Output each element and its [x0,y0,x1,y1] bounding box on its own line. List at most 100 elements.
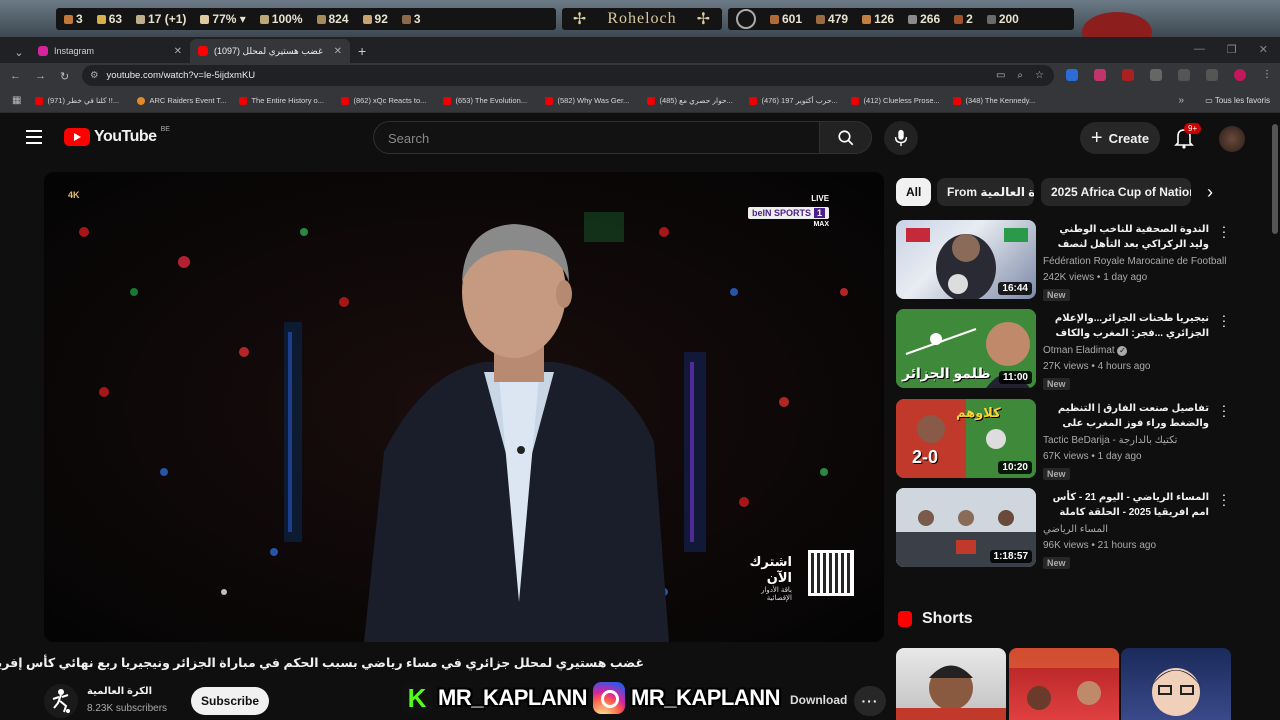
new-tab-button[interactable]: + [358,43,366,59]
search-input[interactable]: Search [373,121,819,154]
chevron-right-icon[interactable]: › [1198,180,1222,204]
bookmark-item[interactable]: (653) The Evolution... [443,96,545,105]
streamer-overlay: K MR_KAPLANN MR_KAPLANN [402,680,812,716]
tab-search-icon[interactable]: ⌄ [8,41,30,63]
close-tab-icon[interactable]: ✕ [334,46,342,57]
extension-blue-icon[interactable] [1066,69,1078,81]
video-title[interactable]: الندوة الصحفية للناخب الوطني وليد الركرا… [1041,222,1209,252]
video-thumbnail[interactable]: 1:18:57 [896,488,1036,567]
more-actions-button[interactable]: ··· [854,686,886,716]
page-scrollbar[interactable] [1270,114,1280,720]
qr-code [808,550,854,596]
resource-5: 100% [259,12,303,26]
bookmark-item[interactable]: (862) xQc Reacts to... [341,96,443,105]
youtube-logo[interactable]: YouTube BE [64,126,170,146]
url-field[interactable]: ⚙ youtube.com/watch?v=le-5ijdxmKU ▭ ⌕ ☆ [82,65,1054,86]
related-video[interactable]: ظلمو الجزائر 11:00 نيجيريا طحنات الجزائر… [896,308,1231,391]
video-meta: 67K views • 1 day ago [1043,451,1142,462]
address-bar-row: ← → ↻ ⚙ youtube.com/watch?v=le-5ijdxmKU … [0,63,1280,89]
resource-1: 3 [64,12,83,26]
channel-name[interactable]: المساء الرياضي [1043,524,1231,535]
menu-icon[interactable]: ⋮ [1262,69,1274,81]
bookmark-item[interactable]: (485) حوار حصري مع... [647,96,749,105]
media-icon[interactable] [1206,69,1218,81]
search-button[interactable] [819,121,872,154]
channel-name[interactable]: Fédération Royale Marocaine de Football [1043,256,1231,267]
related-video[interactable]: 1:18:57 المساء الرياضي - اليوم 21 - كأس … [896,487,1231,570]
tab-youtube[interactable]: (1097) غضب هستيري لمحلل ✕ [190,39,350,63]
reload-icon[interactable]: ↻ [60,70,69,83]
bookmarks-icon[interactable] [1178,69,1190,81]
resource-6: 824 [316,12,349,26]
kebab-menu-icon[interactable]: · · · [1220,219,1228,243]
user-avatar[interactable] [1219,126,1245,152]
extension-red-icon[interactable] [1122,69,1134,81]
subscribe-button[interactable]: Subscribe [191,687,269,715]
bookmark-item[interactable]: (476) حرب أكتوبر 197... [749,96,851,105]
cast-icon[interactable]: ▭ [996,70,1005,81]
bookmark-item[interactable]: (412) Clueless Prose... [851,96,953,105]
create-label: Create [1108,130,1150,146]
video-title[interactable]: المساء الرياضي - اليوم 21 - كأس امم افري… [1041,490,1209,520]
bookmark-item[interactable]: (971) كلنا في خطر !!... [35,96,137,105]
extension-pink-icon[interactable] [1094,69,1106,81]
related-video[interactable]: كلاوهم 2-0 10:20 تفاصيل صنعت الفارق | ال… [896,398,1231,481]
notifications-button[interactable]: 9+ [1174,123,1202,149]
site-info-icon[interactable]: ⚙ [90,70,99,81]
channel-avatar[interactable] [44,684,78,718]
bookmark-item[interactable]: (348) The Kennedy... [953,96,1055,105]
bookmark-item[interactable]: ARC Raiders Event T... [137,96,239,105]
video-title[interactable]: نيجيريا طحنات الجزائر...والإعلام الجزائر… [1041,311,1209,341]
channel-name[interactable]: Otman Eladimat ✓ [1043,345,1231,356]
tab-label: (1097) غضب هستيري لمحلل [214,45,323,56]
channel-name[interactable]: Tactic BeDarija - تكتيك بالدارجة [1043,435,1231,446]
bookmarks-bar: ▦ (971) كلنا في خطر !!... ARC Raiders Ev… [0,89,1280,113]
tab-instagram[interactable]: Instagram ✕ [30,39,190,63]
instagram-icon [38,46,48,56]
video-thumbnail[interactable]: 16:44 [896,220,1036,299]
quality-badge: 4K [68,190,80,200]
apps-grid-icon[interactable]: ▦ [12,95,21,106]
resource-3: 17 (+1) [136,12,186,26]
more-bookmarks-icon[interactable]: » [1178,95,1184,106]
all-bookmarks[interactable]: ▭ Tous les favoris [1205,96,1270,105]
shorts-header: Shorts [898,610,973,628]
short-thumbnail[interactable] [1009,648,1119,720]
verified-icon: ✓ [1117,346,1128,356]
minimize-icon[interactable]: — [1194,43,1205,56]
bookmark-item[interactable]: (582) Why Was Ger... [545,96,647,105]
short-thumbnail[interactable] [1121,648,1231,720]
kebab-menu-icon[interactable]: · · · [1220,308,1228,332]
related-video[interactable]: 16:44 الندوة الصحفية للناخب الوطني وليد … [896,219,1231,302]
puzzle-icon[interactable] [1150,69,1162,81]
chip-africa-cup[interactable]: 2025 Africa Cup of Nations [1041,178,1191,206]
channel-name[interactable]: الكرة العالمية [87,686,152,697]
bookmark-star-icon[interactable]: ☆ [1035,70,1044,81]
restore-icon[interactable]: ❐ [1227,43,1237,56]
short-thumbnail[interactable] [896,648,1006,720]
kebab-menu-icon[interactable]: · · · [1220,398,1228,422]
resource-r3: 126 [862,12,894,26]
back-icon[interactable]: ← [10,70,21,82]
profile-icon[interactable] [1234,69,1246,81]
create-button[interactable]: + Create [1080,122,1160,154]
video-player[interactable]: 4K LIVE beIN SPORTS 1 MAX اشترك الآن باقة… [44,172,884,642]
chip-from-channel[interactable]: From الكرة العالمية [937,178,1034,206]
zoom-icon[interactable]: ⌕ [1017,70,1023,81]
thumbnail-text: ظلمو الجزائر [902,365,991,381]
video-duration: 1:18:57 [989,550,1032,563]
forward-icon[interactable]: → [35,70,46,82]
video-thumbnail[interactable]: ظلمو الجزائر 11:00 [896,309,1036,388]
chip-all[interactable]: All [896,178,931,206]
voice-search-button[interactable] [884,121,918,155]
new-badge: New [1043,557,1070,569]
video-duration: 10:20 [998,461,1032,474]
close-tab-icon[interactable]: ✕ [174,46,182,57]
kebab-menu-icon[interactable]: · · · [1220,487,1228,511]
microphone-icon [894,129,908,147]
video-title[interactable]: تفاصيل صنعت الفارق | التنظيم والضغط وراء… [1041,401,1209,431]
close-window-icon[interactable]: ✕ [1259,43,1268,56]
video-thumbnail[interactable]: كلاوهم 2-0 10:20 [896,399,1036,478]
bookmark-item[interactable]: The Entire History o... [239,96,341,105]
hamburger-menu-icon[interactable] [26,130,42,144]
